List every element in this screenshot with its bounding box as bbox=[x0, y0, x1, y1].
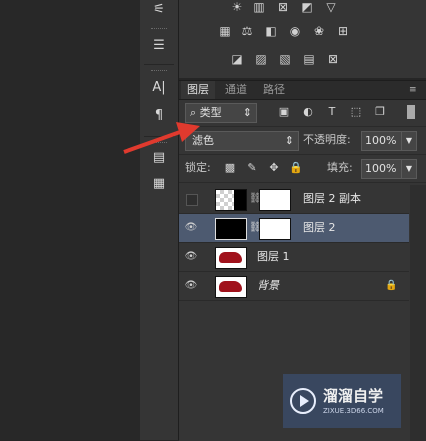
levels-icon[interactable]: ▥ bbox=[251, 0, 267, 14]
lock-label: 锁定: bbox=[185, 161, 211, 174]
filter-toggle[interactable] bbox=[407, 105, 415, 119]
opacity-label: 不透明度: bbox=[303, 133, 351, 146]
filter-shape-icon[interactable]: ⬚ bbox=[349, 105, 363, 119]
layer-mask-thumbnail bbox=[259, 218, 291, 240]
layer-name[interactable]: 背景 bbox=[257, 272, 279, 300]
panel-tabs: 图层 通道 路径 ≡ bbox=[179, 81, 426, 100]
lookup-icon[interactable]: ⊞ bbox=[335, 24, 351, 38]
divider bbox=[179, 126, 426, 127]
layer-row-selected[interactable]: 👁 ⛓ 图层 2 bbox=[179, 214, 409, 243]
layer-name[interactable]: 图层 2 副本 bbox=[303, 185, 361, 213]
grip-handle[interactable] bbox=[151, 70, 167, 74]
layers-scrollbar[interactable] bbox=[410, 185, 426, 441]
chevron-updown-icon: ⇕ bbox=[284, 134, 294, 147]
opacity-dropdown[interactable]: ▼ bbox=[401, 131, 417, 151]
filter-adjustment-icon[interactable]: ◐ bbox=[301, 105, 315, 119]
fill-input[interactable]: 100% bbox=[361, 159, 402, 179]
lock-transparent-icon[interactable]: ▩ bbox=[223, 161, 237, 175]
layer-name[interactable]: 图层 2 bbox=[303, 214, 336, 242]
fill-dropdown[interactable]: ▼ bbox=[401, 159, 417, 179]
selective-color-icon[interactable]: ⊠ bbox=[325, 52, 341, 66]
layers-panel: 图层 通道 路径 ≡ ⌕ 类型 ⇕ ▣ ◐ T ⬚ ❐ 滤色 ⇕ 不透明度: 1… bbox=[179, 80, 426, 441]
properties-icon[interactable]: ▦ bbox=[149, 176, 169, 192]
chevron-updown-icon: ⇕ bbox=[242, 106, 252, 119]
eye-icon[interactable]: 👁 bbox=[183, 220, 199, 236]
mixer-icon[interactable]: ❀ bbox=[311, 24, 327, 38]
lock-icon: 🔒 bbox=[385, 280, 398, 291]
layer-thumbnail bbox=[215, 218, 247, 240]
eye-icon[interactable]: 👁 bbox=[183, 278, 199, 294]
posterize-icon[interactable]: ▨ bbox=[253, 52, 269, 66]
watermark-url: ZIXUE.3D66.COM bbox=[323, 407, 384, 415]
eye-icon[interactable]: 👁 bbox=[183, 249, 199, 265]
sliders-icon[interactable]: ⚟ bbox=[149, 2, 169, 18]
visibility-toggle-off[interactable] bbox=[186, 194, 198, 206]
watermark-title: 溜溜自学 bbox=[323, 387, 384, 405]
divider bbox=[179, 154, 426, 155]
layer-mask-thumbnail bbox=[259, 189, 291, 211]
photo-filter-icon[interactable]: ◉ bbox=[287, 24, 303, 38]
document-canvas bbox=[0, 0, 140, 440]
lock-pixels-icon[interactable]: ✎ bbox=[245, 161, 259, 175]
layer-thumbnail bbox=[215, 247, 247, 269]
layer-name[interactable]: 图层 1 bbox=[257, 243, 290, 271]
annotation-arrow bbox=[123, 122, 200, 154]
layer-row[interactable]: 👁 图层 1 bbox=[179, 243, 409, 272]
layer-row[interactable]: 👁 背景 🔒 bbox=[179, 272, 409, 301]
filter-type-icon[interactable]: T bbox=[325, 105, 339, 119]
fill-label: 填充: bbox=[327, 161, 353, 174]
lock-all-icon[interactable]: 🔒 bbox=[289, 161, 303, 175]
tab-layers[interactable]: 图层 bbox=[181, 81, 215, 99]
panel-dock-strip: ⚟ ☰ A| ¶ ▤ ▦ bbox=[140, 0, 179, 440]
layer-row[interactable]: ⛓ 图层 2 副本 bbox=[179, 185, 409, 214]
vibrance-icon[interactable]: ▽ bbox=[323, 0, 339, 14]
hue-icon[interactable]: ▦ bbox=[217, 24, 233, 38]
panel-menu-icon[interactable]: ≡ bbox=[409, 85, 417, 95]
grip-handle[interactable] bbox=[151, 28, 167, 32]
watermark-logo: 溜溜自学 ZIXUE.3D66.COM bbox=[283, 374, 401, 428]
bw-icon[interactable]: ◧ bbox=[263, 24, 279, 38]
align-icon[interactable]: ☰ bbox=[149, 38, 169, 54]
lock-position-icon[interactable]: ✥ bbox=[267, 161, 281, 175]
play-logo-icon bbox=[290, 388, 316, 414]
threshold-icon[interactable]: ▧ bbox=[277, 52, 293, 66]
tab-paths[interactable]: 路径 bbox=[257, 81, 291, 99]
layer-thumbnail bbox=[215, 276, 247, 298]
tab-channels[interactable]: 通道 bbox=[219, 81, 253, 99]
filter-pixel-icon[interactable]: ▣ bbox=[277, 105, 291, 119]
divider bbox=[144, 64, 174, 65]
balance-icon[interactable]: ⚖ bbox=[239, 24, 255, 38]
layer-thumbnail bbox=[215, 189, 247, 211]
invert-icon[interactable]: ◪ bbox=[229, 52, 245, 66]
gradient-map-icon[interactable]: ▤ bbox=[301, 52, 317, 66]
opacity-input[interactable]: 100% bbox=[361, 131, 402, 151]
brightness-icon[interactable]: ☀ bbox=[229, 0, 245, 14]
divider bbox=[179, 182, 426, 183]
filter-smart-object-icon[interactable]: ❐ bbox=[373, 105, 387, 119]
character-icon[interactable]: A| bbox=[149, 80, 169, 96]
exposure-icon[interactable]: ◩ bbox=[299, 0, 315, 14]
adjustments-panel: ☀ ▥ ⊠ ◩ ▽ ▦ ⚖ ◧ ◉ ❀ ⊞ ◪ ▨ ▧ ▤ ⊠ bbox=[179, 0, 426, 78]
curves-icon[interactable]: ⊠ bbox=[275, 0, 291, 14]
